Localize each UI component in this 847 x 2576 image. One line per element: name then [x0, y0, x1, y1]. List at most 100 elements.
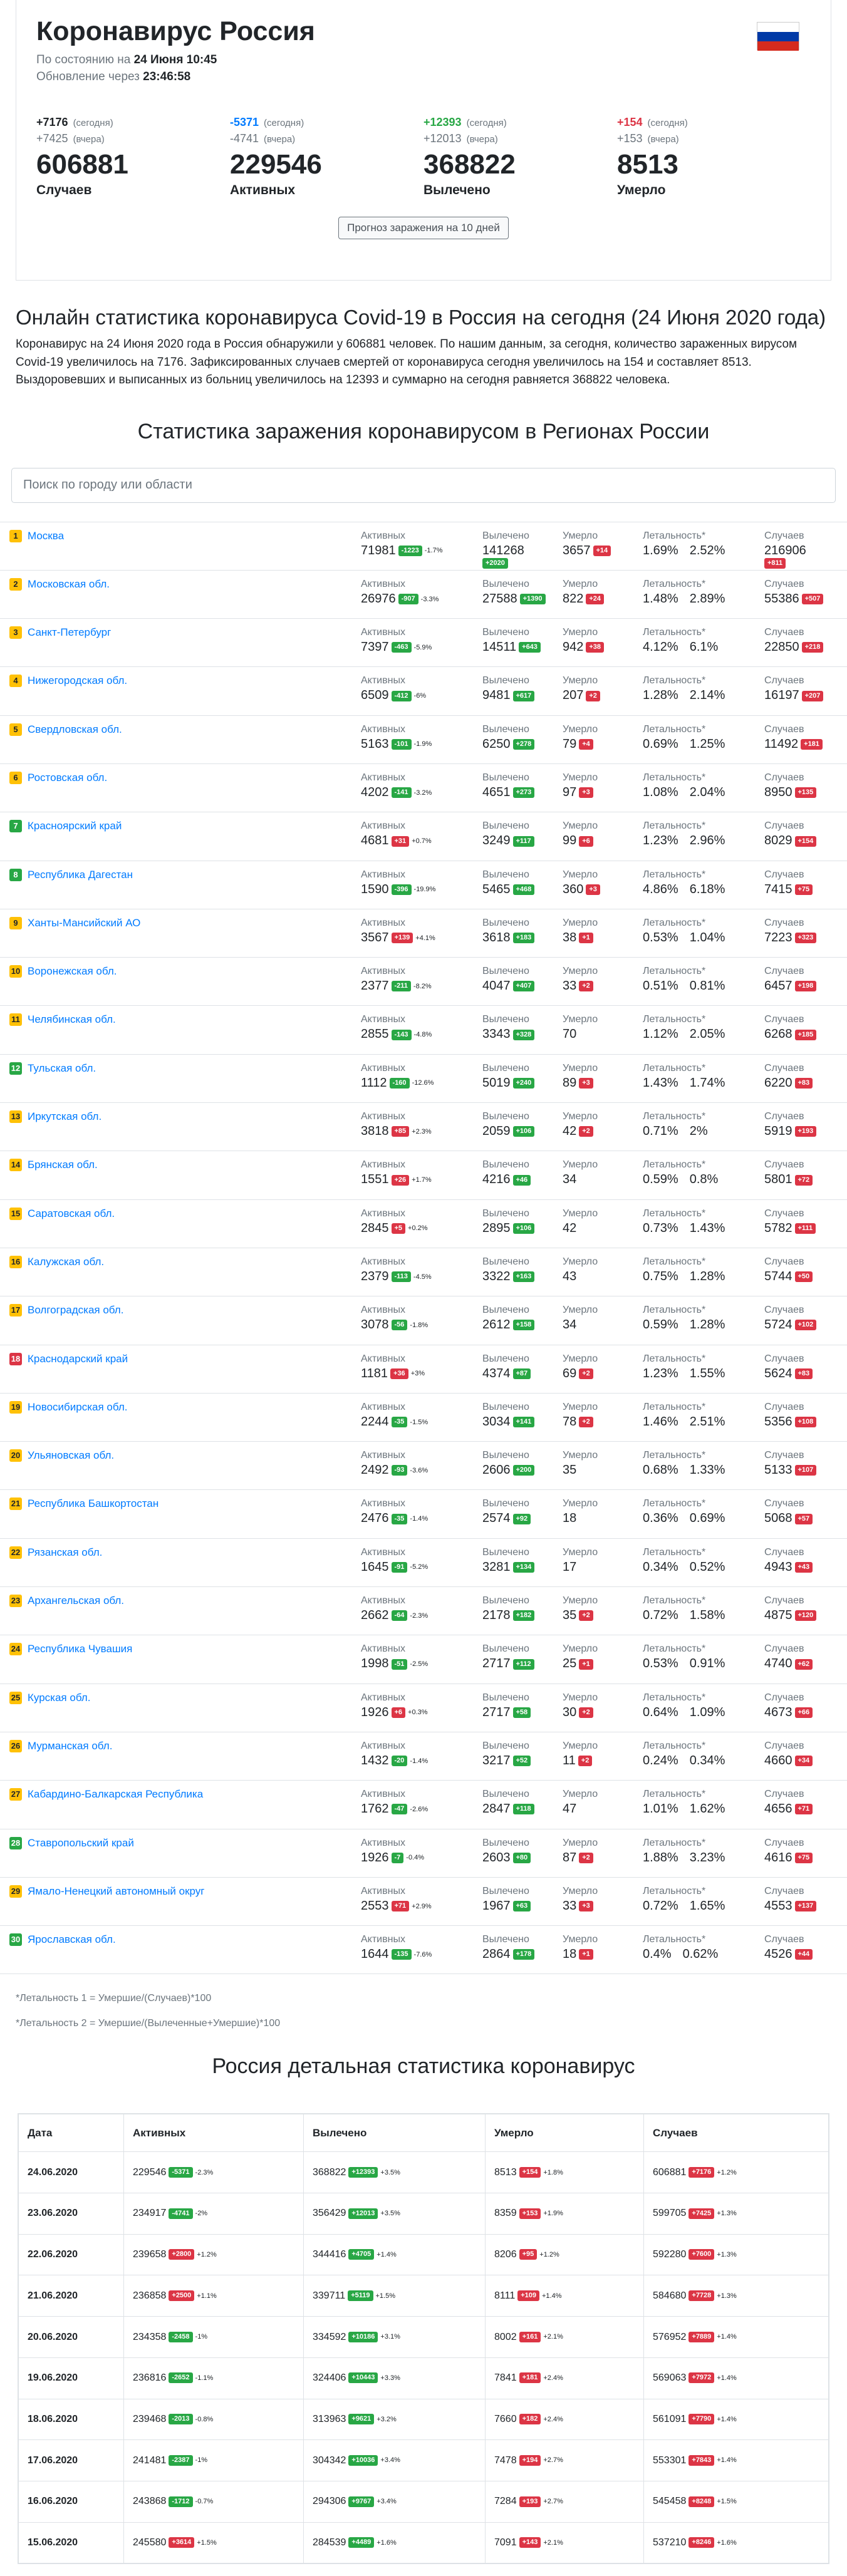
deaths-percent: +1.8%: [543, 2168, 563, 2176]
region-lethality: Летальность* 1.01% 1.62%: [643, 1789, 736, 1816]
forecast-button[interactable]: Прогноз заражения на 10 дней: [338, 217, 509, 240]
region-link[interactable]: 9 Ханты-Мансийский АО: [9, 916, 140, 929]
region-active: Активных 2476 -35 -1.4%: [361, 1498, 428, 1526]
region-lethality: Летальность* 0.72% 1.65%: [643, 1886, 736, 1913]
region-link[interactable]: 30 Ярославская обл.: [9, 1933, 116, 1947]
region-link[interactable]: 7 Красноярский край: [9, 820, 122, 833]
lethality-1: 0.53%: [643, 1657, 678, 1671]
region-link[interactable]: 18 Краснодарский край: [9, 1352, 128, 1365]
region-lethality: Летальность* 0.59% 0.8%: [643, 1159, 729, 1187]
recovered-label: Вылечено: [482, 772, 529, 783]
region-link[interactable]: 22 Рязанская обл.: [9, 1546, 102, 1559]
active-value: 2244: [361, 1414, 389, 1429]
region-link[interactable]: 5 Свердловская обл.: [9, 723, 122, 736]
region-link[interactable]: 20 Ульяновская обл.: [9, 1449, 114, 1462]
region-link[interactable]: 1 Москва: [9, 529, 64, 542]
cases-value: 6220: [764, 1075, 792, 1090]
recovered-label: Вылечено: [482, 820, 529, 832]
search-input[interactable]: Поиск по городу или области: [11, 467, 836, 503]
cell-cases: 584680 +7728 +1.3%: [643, 2275, 829, 2317]
region-link[interactable]: 3 Санкт-Петербург: [9, 626, 111, 639]
region-link[interactable]: 11 Челябинская обл.: [9, 1013, 116, 1027]
lethality-1: 0.4%: [643, 1947, 672, 1962]
region-cases: Случаев 22850 +218: [764, 627, 824, 654]
region-link[interactable]: 26 Мурманская обл.: [9, 1739, 112, 1752]
lethality-2: 1.28%: [689, 1318, 725, 1332]
lethality-label: Летальность*: [643, 1256, 706, 1267]
deaths-percent: +2.4%: [543, 2374, 563, 2382]
stat-deaths: +154 (сегодня) +153 (вчера) 8513 Умерло: [617, 114, 811, 198]
recovered-value: 5465: [482, 882, 511, 896]
deaths-label: Умерло: [563, 530, 598, 541]
recovered-percent: +3.5%: [380, 2210, 400, 2218]
stat-cases-total: 606881: [36, 149, 128, 180]
region-link[interactable]: 29 Ямало-Ненецкий автономный округ: [9, 1885, 204, 1898]
recovered-value: 3217: [482, 1753, 511, 1767]
deaths-percent: +2.7%: [543, 2498, 563, 2506]
region-link[interactable]: 16 Калужская обл.: [9, 1255, 104, 1268]
active-label: Активных: [361, 1256, 405, 1267]
deaths-percent: +2.4%: [543, 2415, 563, 2423]
deaths-value: 33: [563, 1898, 577, 1913]
region-rank-badge: 7: [9, 820, 22, 833]
cases-label: Случаев: [764, 1643, 804, 1655]
region-cases: Случаев 4943 +43: [764, 1547, 813, 1575]
region-link[interactable]: 12 Тульская обл.: [9, 1062, 96, 1075]
active-value: 2492: [361, 1463, 389, 1477]
region-link[interactable]: 13 Иркутская обл.: [9, 1110, 101, 1124]
recovered-value: 2574: [482, 1511, 511, 1526]
region-link[interactable]: 27 Кабардино-Балкарская Республика: [9, 1788, 203, 1801]
region-lethality: Летальность* 0.36% 0.69%: [643, 1498, 736, 1526]
recovered-label: Вылечено: [482, 675, 529, 686]
stat-label-today: (сегодня): [73, 118, 113, 129]
cases-label: Случаев: [764, 1208, 804, 1219]
lethality-2: 0.81%: [689, 979, 725, 993]
region-recovered: Вылечено 2717 +112: [482, 1643, 534, 1671]
region-recovered: Вылечено 3249 +117: [482, 820, 534, 848]
region-recovered: Вылечено 3217 +52: [482, 1741, 531, 1768]
recovered-label: Вылечено: [482, 1740, 529, 1751]
region-link[interactable]: 15 Саратовская обл.: [9, 1207, 115, 1220]
stat-label-today: (сегодня): [466, 118, 507, 129]
region-name: Саратовская обл.: [28, 1207, 115, 1219]
region-link[interactable]: 14 Брянская обл.: [9, 1159, 98, 1172]
active-percent: -0.4%: [406, 1854, 425, 1862]
cases-label: Случаев: [764, 627, 804, 638]
deaths-delta-badge: +1: [579, 933, 593, 944]
region-link[interactable]: 19 Новосибирская обл.: [9, 1400, 127, 1414]
region-link[interactable]: 8 Республика Дагестан: [9, 868, 133, 881]
header-active: Активных: [123, 2114, 304, 2153]
region-row: 27 Кабардино-Балкарская Республика Актив…: [0, 1781, 847, 1829]
recovered-value: 2717: [482, 1705, 511, 1719]
region-link[interactable]: 2 Московская обл.: [9, 577, 110, 591]
region-link[interactable]: 28 Ставропольский край: [9, 1836, 134, 1849]
region-deaths: Умерло 360 +3: [563, 869, 600, 897]
stat-label-today: (сегодня): [264, 118, 304, 129]
recovered-delta-badge: +12393: [348, 2167, 378, 2178]
region-link[interactable]: 24 Республика Чувашия: [9, 1643, 132, 1656]
cases-value: 569063: [653, 2372, 687, 2384]
region-link[interactable]: 17 Волгоградская обл.: [9, 1304, 123, 1317]
region-link[interactable]: 25 Курская обл.: [9, 1691, 90, 1704]
cases-value: 216906: [764, 543, 806, 557]
region-link[interactable]: 23 Архангельская обл.: [9, 1595, 124, 1608]
lethality-2: 1.04%: [689, 930, 725, 944]
region-deaths: Умерло 35: [563, 1450, 598, 1477]
region-link[interactable]: 4 Нижегородская обл.: [9, 675, 127, 688]
region-row: 13 Иркутская обл. Активных 3818 +85 +2.3% …: [0, 1103, 847, 1152]
region-cases: Случаев 8950 +135: [764, 772, 817, 800]
region-active: Активных 2379 -113 -4.5%: [361, 1256, 432, 1284]
deaths-value: 8513: [494, 2166, 517, 2178]
recovered-label: Вылечено: [482, 869, 529, 880]
region-link[interactable]: 6 Ростовская обл.: [9, 771, 107, 784]
deaths-label: Умерло: [563, 1498, 598, 1509]
recovered-value: 284539: [313, 2537, 346, 2548]
deaths-value: 207: [563, 688, 584, 703]
cases-percent: +1.4%: [717, 2415, 737, 2423]
region-lethality: Летальность* 4.12% 6.1%: [643, 627, 729, 654]
active-delta-badge: -7: [391, 1852, 404, 1863]
active-value: 2845: [361, 1221, 389, 1235]
region-link[interactable]: 10 Воронежская обл.: [9, 965, 117, 978]
active-percent: -19.9%: [413, 886, 436, 894]
region-link[interactable]: 21 Республика Башкортостан: [9, 1497, 158, 1511]
